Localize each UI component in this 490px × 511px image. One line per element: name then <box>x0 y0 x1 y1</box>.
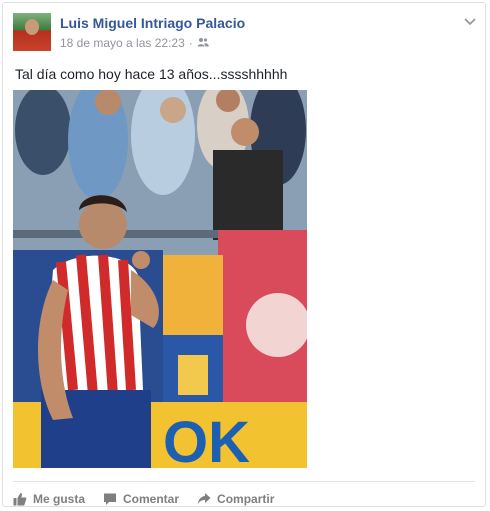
comment-label: Comentar <box>123 492 180 506</box>
post-text: Tal día como hoy hace 13 años...sssshhhh… <box>15 66 288 82</box>
post-timestamp[interactable]: 18 de mayo a las 22:23 <box>60 36 185 50</box>
thumbs-up-icon <box>13 492 27 506</box>
avatar-face <box>25 19 39 35</box>
post-photo[interactable]: OK <box>13 90 307 468</box>
author-avatar[interactable] <box>13 13 51 51</box>
comment-button[interactable]: Comentar <box>103 492 179 506</box>
comment-icon <box>103 492 117 506</box>
friends-icon[interactable] <box>197 36 209 50</box>
share-icon <box>197 492 211 506</box>
author-name[interactable]: Luis Miguel Intriago Palacio <box>60 15 245 31</box>
post-meta: 18 de mayo a las 22:23 · <box>60 36 209 50</box>
banner-text: OK <box>163 410 250 468</box>
share-label: Compartir <box>217 492 275 506</box>
like-button[interactable]: Me gusta <box>13 492 85 506</box>
chevron-down-icon[interactable] <box>463 15 477 29</box>
like-label: Me gusta <box>33 492 86 506</box>
post-card: Luis Miguel Intriago Palacio 18 de mayo … <box>2 2 486 507</box>
separator-dot: · <box>188 36 193 50</box>
post-actions: Me gusta Comentar Compartir <box>13 481 475 510</box>
share-button[interactable]: Compartir <box>197 492 274 506</box>
